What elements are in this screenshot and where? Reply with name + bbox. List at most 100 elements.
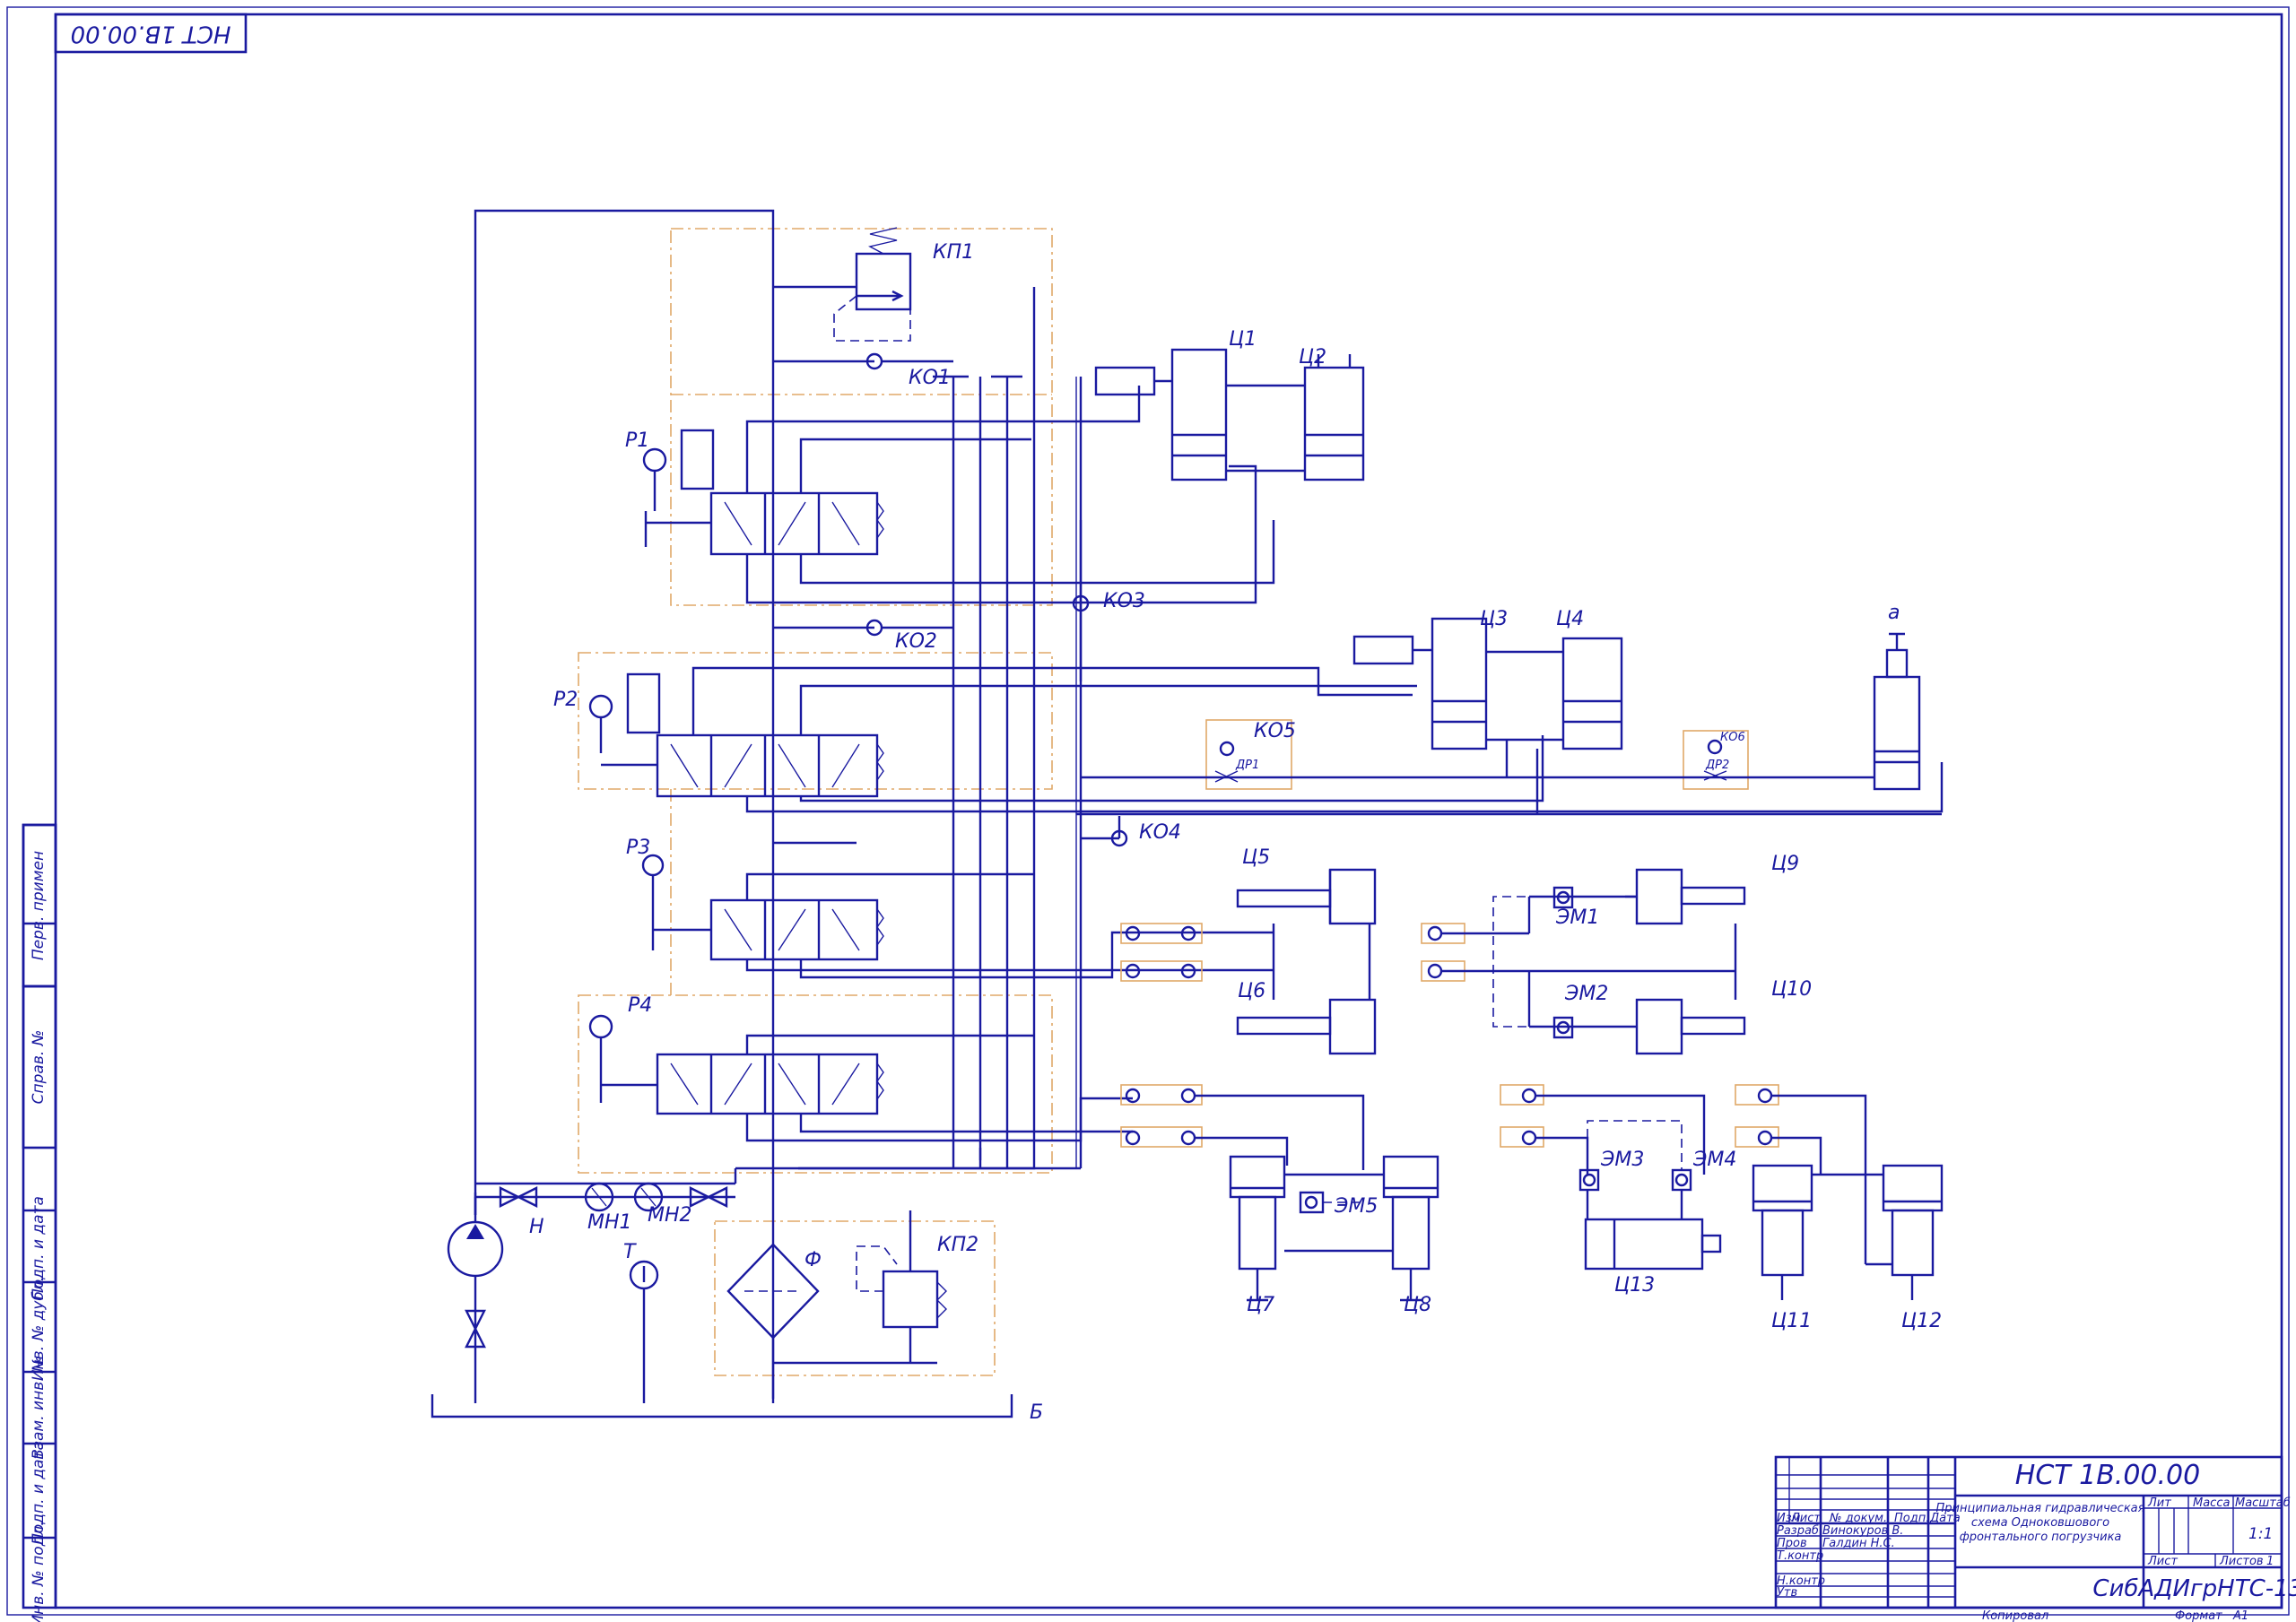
tb-row-razrab: Разраб xyxy=(1777,1524,1819,1538)
label-c12: Ц12 xyxy=(1901,1310,1942,1332)
tb-scale: 1:1 xyxy=(2248,1525,2273,1543)
stamp-inv-podl: Инв. № подл. xyxy=(30,1521,48,1622)
tb-row-tkontr: Т.контр xyxy=(1777,1549,1823,1563)
c13-group: ЭМ3 ЭМ4 Ц13 xyxy=(1500,1084,1736,1297)
label-dr1: ДР1 xyxy=(1235,759,1259,772)
tb-sheets-label: Листов xyxy=(2219,1555,2264,1568)
label-c6: Ц6 xyxy=(1238,980,1265,1002)
tb-format-label: Формат xyxy=(2175,1609,2222,1622)
rotated-code-box: НСТ 1В.00.00 xyxy=(54,13,248,54)
tb-razrab-name: Винокуров В. xyxy=(1822,1524,1903,1538)
pressure-line-valves: Н МН1 МН2 xyxy=(475,1182,735,1238)
stamp-perv-primen: Перв. примен xyxy=(30,851,48,960)
label-mn1: МН1 xyxy=(587,1211,632,1234)
label-n: Н xyxy=(529,1216,544,1238)
label-p1: Р1 xyxy=(625,429,649,452)
check-valve-ko4: КО4 xyxy=(1081,816,1181,847)
tb-title-line2: схема Одноковшового xyxy=(1971,1516,2109,1530)
label-dr2: ДР2 xyxy=(1705,759,1729,772)
label-c13: Ц13 xyxy=(1614,1274,1655,1297)
cylinder-c9: Ц9 xyxy=(1625,853,1799,925)
tb-kopiroval: Копировал xyxy=(1982,1609,2048,1622)
c11-c12-group: Ц11 Ц12 xyxy=(1735,1084,1944,1332)
cylinder-c1: Ц1 xyxy=(1094,328,1257,481)
cylinder-a: а xyxy=(1873,602,1921,791)
label-c2: Ц2 xyxy=(1299,346,1326,369)
tb-col-podp: Подп. xyxy=(1894,1512,1929,1525)
label-c4: Ц4 xyxy=(1556,608,1584,630)
hydraulic-schematic-sheet: НСТ 1В.00.00 Перв. примен Справ. № Подп.… xyxy=(6,6,2296,1622)
tb-row-utv: Утв xyxy=(1777,1586,1797,1600)
filter-f: Ф xyxy=(726,1243,937,1403)
tb-code: НСТ 1В.00.00 xyxy=(2015,1460,2200,1491)
title-block: НСТ 1В.00.00 Принципиальная гидравлическ… xyxy=(1774,1455,2296,1622)
working-lines xyxy=(691,377,1944,1168)
check-valve-ko1: КО1 xyxy=(865,352,953,389)
tb-org: СибАДИгрНТС-13Т1 xyxy=(2092,1575,2296,1602)
label-c11: Ц11 xyxy=(1771,1310,1812,1332)
tank-b: Б xyxy=(430,1363,1043,1424)
distributor-p2: Р2 xyxy=(553,672,884,798)
assembly-outlines xyxy=(578,228,1749,1376)
tb-row-prov: Пров xyxy=(1777,1537,1807,1550)
label-kp2: КП2 xyxy=(937,1234,978,1256)
rotated-code-text: НСТ 1В.00.00 xyxy=(71,21,231,48)
tb-massa: Масса xyxy=(2193,1496,2230,1510)
label-f: Ф xyxy=(804,1249,822,1271)
tb-title-line1: Принципиальная гидравлическая xyxy=(1936,1502,2145,1515)
label-c9: Ц9 xyxy=(1771,853,1799,875)
tb-format: А1 xyxy=(2232,1609,2248,1622)
cylinder-c5: Ц5 xyxy=(1236,846,1377,925)
cylinder-c10: Ц10 xyxy=(1635,978,1812,1055)
label-c10: Ц10 xyxy=(1771,978,1812,1001)
label-c8: Ц8 xyxy=(1404,1294,1431,1316)
label-ko1: КО1 xyxy=(909,367,951,389)
pump-n xyxy=(447,1197,504,1363)
distributor-p1: Р1 xyxy=(625,429,884,556)
tb-col-list: Лист xyxy=(1790,1512,1821,1525)
c7-c8-group: ЭМ5 Ц7 Ц8 xyxy=(1120,1084,1439,1316)
label-c5: Ц5 xyxy=(1242,846,1270,869)
label-a: а xyxy=(1888,602,1900,624)
label-ko3: КО3 xyxy=(1103,590,1145,612)
label-ko4: КО4 xyxy=(1139,821,1181,844)
check-valve-ko3: КО3 xyxy=(1072,520,1145,681)
label-c7: Ц7 xyxy=(1247,1294,1274,1316)
distributor-p4: Р4 xyxy=(588,994,884,1115)
label-p2: Р2 xyxy=(553,689,578,711)
label-em1: ЭМ1 xyxy=(1555,906,1599,929)
tb-sheets-count: 1 xyxy=(2266,1555,2274,1568)
label-em4: ЭМ4 xyxy=(1692,1149,1736,1171)
tb-col-data: Дата xyxy=(1929,1512,1961,1525)
stamp-sprav-no: Справ. № xyxy=(30,1030,48,1105)
tb-masshtab: Масштаб xyxy=(2235,1496,2291,1510)
label-ko2: КО2 xyxy=(895,630,937,653)
tb-col-doc: № докум. xyxy=(1829,1512,1887,1525)
relief-valve-kp2: КП2 xyxy=(856,1210,978,1363)
check-valve-ko2: КО2 xyxy=(865,619,953,653)
label-em5: ЭМ5 xyxy=(1334,1195,1378,1218)
label-ko6: КО6 xyxy=(1720,731,1745,744)
c9-c10-lines: ЭМ1 ЭМ2 xyxy=(1421,886,1737,1039)
tb-sheet-label: Лист xyxy=(2147,1555,2178,1568)
cylinder-c6: Ц6 xyxy=(1236,980,1377,1055)
thermometer-t: Т xyxy=(623,1241,659,1403)
label-em2: ЭМ2 xyxy=(1564,983,1608,1005)
cylinder-c3: Ц3 xyxy=(1352,608,1508,750)
side-stamp: Перв. примен Справ. № Подп. и дата Инв. … xyxy=(22,823,57,1622)
label-t: Т xyxy=(623,1241,637,1263)
tb-prov-name: Галдин Н.С. xyxy=(1822,1537,1895,1550)
distributor-p3: Р3 xyxy=(626,837,884,961)
tb-title-line3: фронтального погрузчика xyxy=(1960,1531,2122,1544)
label-c3: Ц3 xyxy=(1480,608,1508,630)
label-c1: Ц1 xyxy=(1229,328,1257,351)
relief-valve-kp1: КП1 xyxy=(833,227,974,342)
label-kp1: КП1 xyxy=(933,241,974,264)
label-em3: ЭМ3 xyxy=(1600,1149,1644,1171)
cylinder-c2: Ц2 xyxy=(1226,346,1365,481)
label-p4: Р4 xyxy=(628,994,652,1017)
label-mn2: МН2 xyxy=(648,1204,692,1227)
tb-lit: Лит xyxy=(2147,1496,2171,1510)
label-b: Б xyxy=(1030,1401,1043,1424)
label-ko5: КО5 xyxy=(1254,720,1296,742)
